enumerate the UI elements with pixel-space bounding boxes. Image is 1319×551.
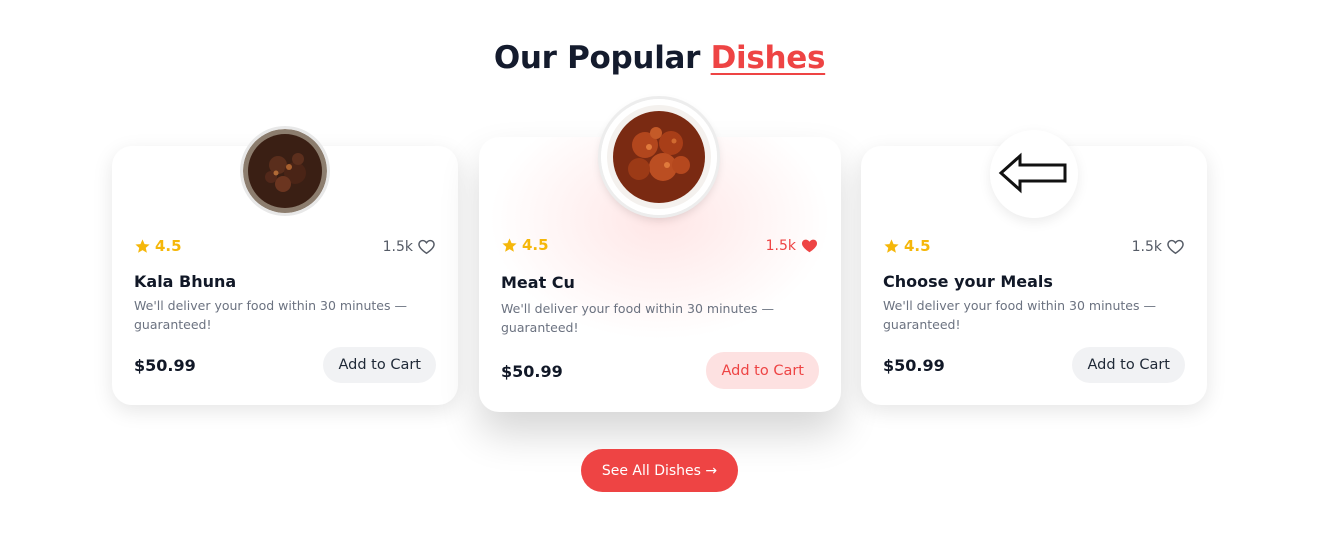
dish-image [243,129,327,213]
star-icon [502,237,517,252]
dish-name: Choose your Meals [883,272,1053,291]
dish-price: $50.99 [883,356,945,375]
dish-description: We'll deliver your food within 30 minute… [883,298,1156,332]
likes[interactable]: 1.5k [766,236,819,255]
add-to-cart-button[interactable]: Add to Cart [323,347,436,383]
rating: 4.5 [501,236,549,254]
likes-count: 1.5k [382,238,413,255]
star-icon [884,238,899,253]
dish-image [601,99,717,215]
dish-card[interactable]: 4.5 1.5k Choose your Meals We'll deliver… [861,130,1207,405]
heart-outline-icon[interactable] [417,237,436,256]
heart-filled-icon[interactable] [800,236,819,255]
arrow-left-icon [990,130,1078,218]
dish-price: $50.99 [134,356,196,375]
dish-image-placeholder [990,130,1078,218]
rating: 4.5 [134,237,182,255]
dish-card[interactable]: 4.5 1.5k Meat Cu We'll deliver your food… [479,99,841,412]
dish-price: $50.99 [501,362,563,381]
dish-description: We'll deliver your food within 30 minute… [134,298,407,332]
add-to-cart-button[interactable]: Add to Cart [706,352,819,389]
section-title-accent: Dishes [710,40,826,76]
star-icon [135,238,150,253]
add-to-cart-button[interactable]: Add to Cart [1072,347,1185,383]
likes[interactable]: 1.5k [1132,237,1185,256]
heart-outline-icon[interactable] [1166,237,1185,256]
section-title: Our Popular Dishes [0,40,1319,76]
dish-name: Meat Cu [501,273,575,292]
likes-count: 1.5k [1131,238,1162,255]
likes[interactable]: 1.5k [383,237,436,256]
rating-value: 4.5 [904,237,931,255]
dish-description: We'll deliver your food within 30 minute… [501,301,774,335]
rating: 4.5 [883,237,931,255]
rating-value: 4.5 [522,236,549,254]
dish-card[interactable]: 4.5 1.5k Kala Bhuna We'll deliver your f… [112,129,458,405]
rating-value: 4.5 [155,237,182,255]
likes-count: 1.5k [765,237,796,254]
see-all-dishes-button[interactable]: See All Dishes → [581,449,738,492]
section-title-plain: Our Popular [493,40,711,76]
dish-name: Kala Bhuna [134,272,237,291]
